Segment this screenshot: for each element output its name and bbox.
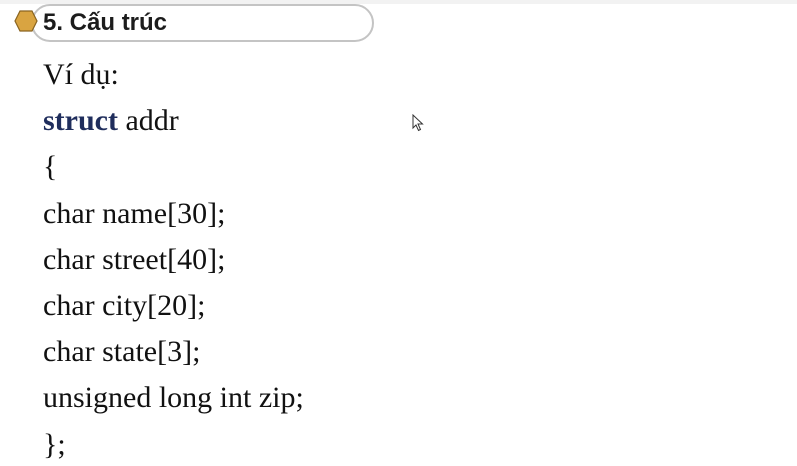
close-brace: }; — [43, 427, 66, 461]
hexagon-bullet-icon — [14, 10, 38, 32]
code-field: char street[40]; — [43, 242, 226, 276]
code-field: char name[30]; — [43, 196, 226, 230]
code-field: char state[3]; — [43, 335, 201, 369]
struct-keyword: struct — [43, 104, 118, 138]
example-label: Ví dụ: — [43, 58, 119, 91]
slide-content: Ví dụ: struct addr { char name[30]; char… — [43, 52, 304, 466]
struct-declaration-line: struct addr — [43, 98, 304, 144]
struct-name: addr — [117, 104, 179, 138]
mouse-pointer-icon — [412, 114, 424, 132]
code-field: unsigned long int zip; — [43, 381, 304, 415]
code-field: char city[20]; — [43, 288, 206, 322]
open-brace: { — [43, 150, 58, 184]
section-title: 5. Cấu trúc — [43, 9, 168, 36]
